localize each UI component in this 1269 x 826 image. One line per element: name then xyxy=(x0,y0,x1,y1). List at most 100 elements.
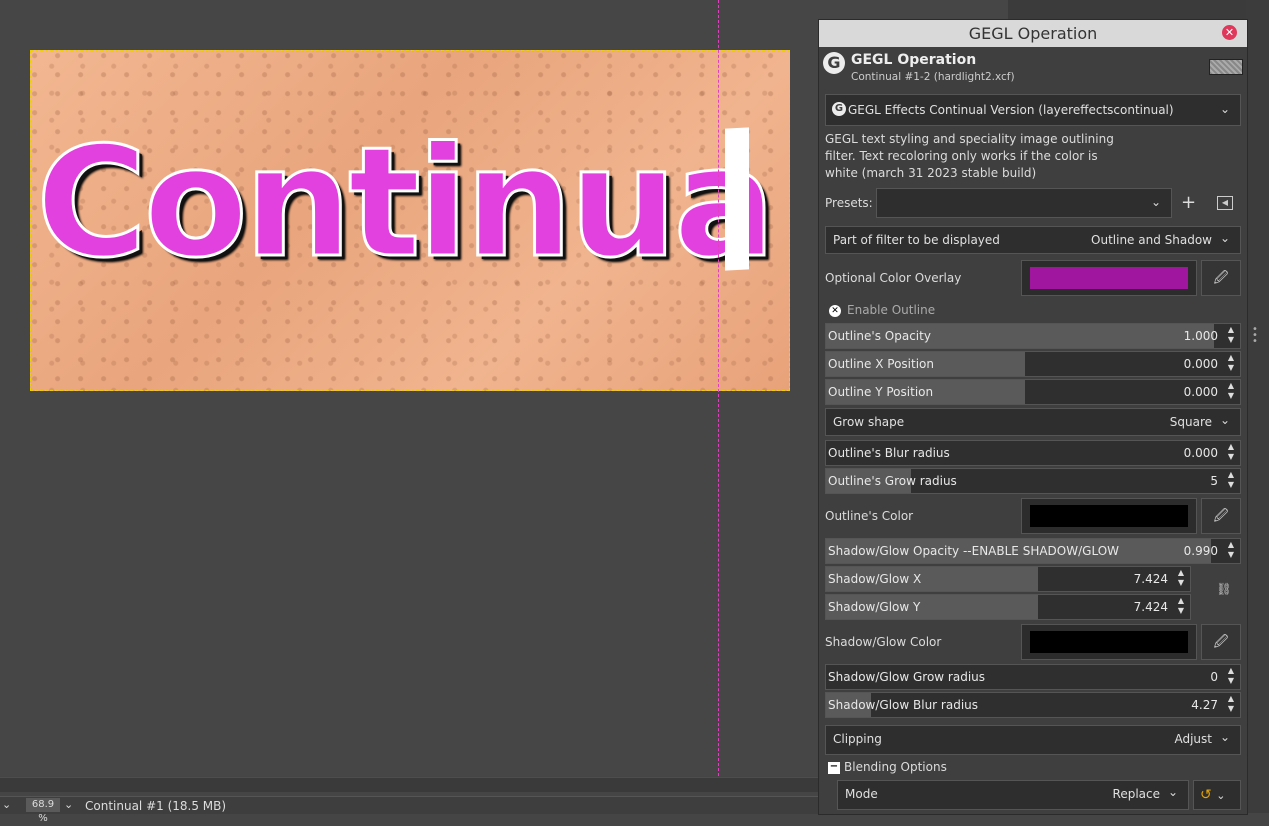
preset-menu-icon[interactable]: ◀ xyxy=(1217,196,1233,210)
spin-arrows-icon[interactable]: ▲ ▼ xyxy=(1224,353,1238,375)
operation-name: GEGL Effects Continual Version (layereff… xyxy=(848,103,1174,117)
gegl-logo-icon: G xyxy=(823,52,845,74)
unit-dropdown-chevron-icon[interactable]: ⌄ xyxy=(2,798,20,812)
grow-shape-combo[interactable]: Grow shape Square ⌄ xyxy=(825,408,1241,436)
mode-label: Mode xyxy=(845,787,878,801)
overlay-label: Optional Color Overlay xyxy=(825,271,962,285)
operation-description: GEGL text styling and speciality image o… xyxy=(825,132,1114,180)
part-label: Part of filter to be displayed xyxy=(833,233,1000,247)
zoom-field[interactable]: 68.9 % xyxy=(26,798,60,824)
outline-color-button[interactable] xyxy=(1021,498,1197,534)
dock-edge xyxy=(1246,0,1269,813)
outline-x-spin[interactable]: Outline X Position 0.000 ▲ ▼ xyxy=(825,351,1241,377)
chain-link-icon[interactable]: ⛓ xyxy=(1214,570,1234,608)
shadow-color-label: Shadow/Glow Color xyxy=(825,635,942,649)
outline-grow-spin[interactable]: Outline's Grow radius 5 ▲ ▼ xyxy=(825,468,1241,494)
eyedropper-icon[interactable]: 🖉 xyxy=(1201,498,1241,534)
add-preset-icon[interactable]: + xyxy=(1181,194,1196,212)
spin-arrows-icon[interactable]: ▲ ▼ xyxy=(1224,381,1238,403)
shadow-y-value: 7.424 xyxy=(1133,600,1168,614)
reset-mode-button[interactable]: ↺ ⌄ xyxy=(1193,780,1241,810)
grow-shape-label: Grow shape xyxy=(833,415,905,429)
spin-arrows-icon[interactable]: ▲ ▼ xyxy=(1224,442,1238,464)
chevron-down-icon: ⌄ xyxy=(1220,231,1231,245)
shadow-opacity-value: 0.990 xyxy=(1183,544,1218,558)
chevron-down-icon: ⌄ xyxy=(1220,102,1231,116)
outline-swatch xyxy=(1030,505,1188,527)
chevron-down-icon: ⌄ xyxy=(1168,785,1179,799)
clipping-label: Clipping xyxy=(833,732,882,746)
spin-arrows-icon[interactable]: ▲ ▼ xyxy=(1224,325,1238,347)
part-combo[interactable]: Part of filter to be displayed Outline a… xyxy=(825,226,1241,254)
eyedropper-icon[interactable]: 🖉 xyxy=(1201,260,1241,296)
background-panel xyxy=(1008,0,1269,20)
overlay-color-button[interactable] xyxy=(1021,260,1197,296)
shadow-grow-spin[interactable]: Shadow/Glow Grow radius 0 ▲ ▼ xyxy=(825,664,1241,690)
shadow-x-label: Shadow/Glow X xyxy=(828,572,922,586)
outline-y-label: Outline Y Position xyxy=(828,385,934,399)
close-icon[interactable]: ✕ xyxy=(1222,25,1237,40)
blending-options-toggle[interactable]: − xyxy=(828,762,840,774)
presets-combo[interactable]: ⌄ xyxy=(876,188,1172,218)
shadow-blur-spin[interactable]: Shadow/Glow Blur radius 4.27 ▲ ▼ xyxy=(825,692,1241,718)
chevron-down-icon: ⌄ xyxy=(1151,195,1162,209)
shadow-opacity-label: Shadow/Glow Opacity --ENABLE SHADOW/GLOW xyxy=(828,544,1120,558)
image-boundary xyxy=(30,50,790,391)
shadow-blur-value: 4.27 xyxy=(1191,698,1218,712)
operation-combo[interactable]: G GEGL Effects Continual Version (layere… xyxy=(825,94,1241,126)
outline-color-label: Outline's Color xyxy=(825,509,914,523)
outline-blur-value: 0.000 xyxy=(1183,446,1218,460)
clipping-value: Adjust xyxy=(1174,732,1212,746)
spin-arrows-icon[interactable]: ▲ ▼ xyxy=(1224,666,1238,688)
overlay-swatch xyxy=(1030,267,1188,289)
shadow-color-button[interactable] xyxy=(1021,624,1197,660)
shadow-grow-value: 0 xyxy=(1210,670,1218,684)
spin-arrows-icon[interactable]: ▲ ▼ xyxy=(1224,540,1238,562)
shadow-x-spin[interactable]: Shadow/Glow X 7.424 ▲ ▼ xyxy=(825,566,1191,592)
spin-arrows-icon[interactable]: ▲ ▼ xyxy=(1174,596,1188,618)
enable-outline-label: Enable Outline xyxy=(847,303,936,317)
shadow-y-label: Shadow/Glow Y xyxy=(828,600,921,614)
enable-outline-checkbox[interactable]: ✕ xyxy=(829,305,841,317)
shadow-x-value: 7.424 xyxy=(1133,572,1168,586)
reset-icon: ↺ xyxy=(1200,787,1212,803)
shadow-y-spin[interactable]: Shadow/Glow Y 7.424 ▲ ▼ xyxy=(825,594,1191,620)
spin-arrows-icon[interactable]: ▲ ▼ xyxy=(1224,694,1238,716)
shadow-grow-label: Shadow/Glow Grow radius xyxy=(828,670,986,684)
gegl-operation-dialog: GEGL Operation ✕ G GEGL Operation Contin… xyxy=(818,19,1248,815)
presets-label: Presets: xyxy=(825,196,873,210)
layer-thumbnail xyxy=(1209,59,1243,75)
mode-value: Replace xyxy=(1112,787,1160,801)
outline-y-value: 0.000 xyxy=(1183,385,1218,399)
outline-x-value: 0.000 xyxy=(1183,357,1218,371)
outline-x-label: Outline X Position xyxy=(828,357,934,371)
dialog-titlebar[interactable]: GEGL Operation xyxy=(819,20,1247,47)
horizontal-scrollbar[interactable] xyxy=(0,777,818,792)
outline-opacity-spin[interactable]: Outline's Opacity 1.000 ▲ ▼ xyxy=(825,323,1241,349)
mode-combo[interactable]: Mode Replace ⌄ xyxy=(837,780,1189,810)
outline-opacity-value: 1.000 xyxy=(1183,329,1218,343)
gegl-small-icon: G xyxy=(832,102,846,116)
outline-blur-label: Outline's Blur radius xyxy=(828,446,950,460)
dock-handle-icon[interactable]: • • • xyxy=(1252,325,1258,347)
chevron-down-icon: ⌄ xyxy=(1220,730,1231,744)
spin-arrows-icon[interactable]: ▲ ▼ xyxy=(1224,470,1238,492)
outline-y-spin[interactable]: Outline Y Position 0.000 ▲ ▼ xyxy=(825,379,1241,405)
chevron-down-icon: ⌄ xyxy=(1220,413,1231,427)
shadow-blur-label: Shadow/Glow Blur radius xyxy=(828,698,979,712)
image-info: Continual #1 (18.5 MB) xyxy=(85,799,227,813)
chevron-down-icon: ⌄ xyxy=(1216,789,1226,802)
vertical-guide[interactable] xyxy=(718,0,719,776)
zoom-dropdown-chevron-icon[interactable]: ⌄ xyxy=(64,798,78,812)
clipping-combo[interactable]: Clipping Adjust ⌄ xyxy=(825,725,1241,755)
blending-options-label: Blending Options xyxy=(844,760,947,774)
spin-arrows-icon[interactable]: ▲ ▼ xyxy=(1174,568,1188,590)
grow-shape-value: Square xyxy=(1169,415,1212,429)
outline-opacity-label: Outline's Opacity xyxy=(828,329,931,343)
operation-subtitle: Continual #1-2 (hardlight2.xcf) xyxy=(851,71,1015,83)
outline-grow-value: 5 xyxy=(1210,474,1218,488)
eyedropper-icon[interactable]: 🖉 xyxy=(1201,624,1241,660)
operation-title: GEGL Operation xyxy=(851,52,977,68)
outline-blur-spin[interactable]: Outline's Blur radius 0.000 ▲ ▼ xyxy=(825,440,1241,466)
shadow-opacity-spin[interactable]: Shadow/Glow Opacity --ENABLE SHADOW/GLOW… xyxy=(825,538,1241,564)
